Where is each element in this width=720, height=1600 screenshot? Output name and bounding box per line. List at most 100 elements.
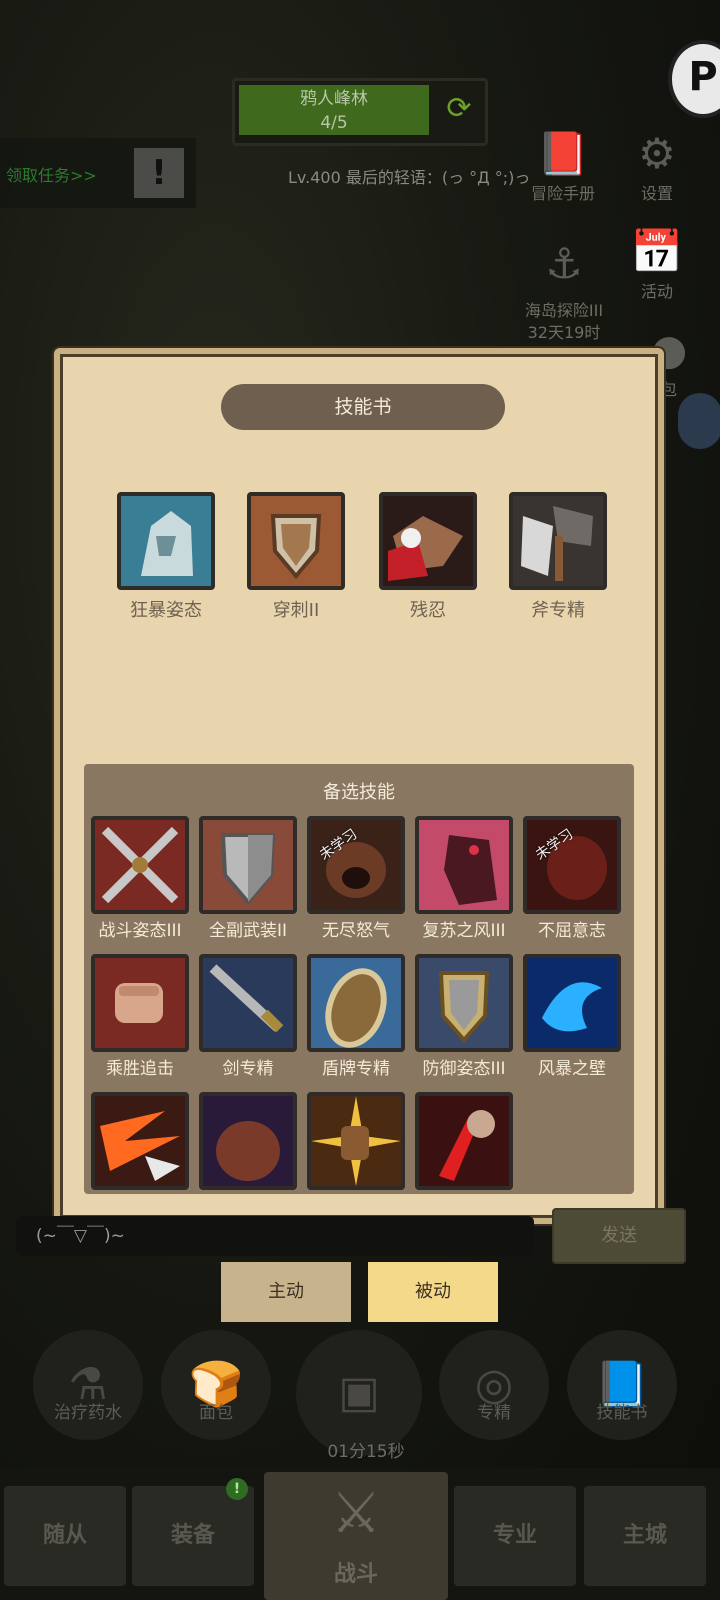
quick-label: 治疗药水: [54, 1403, 122, 1423]
candidate-skills-area: 备选技能 战斗姿态III 全副武装II 未学习 无尽怒气 复苏之风III 未学习…: [84, 764, 634, 1194]
quest-label[interactable]: 领取任务>>: [6, 162, 97, 186]
quick-label: 面包: [199, 1403, 233, 1423]
quest-alert-button[interactable]: !: [134, 148, 184, 198]
charge-blade-icon: [91, 1092, 189, 1190]
burst-fist-icon: [307, 1092, 405, 1190]
candidate-skill-slot[interactable]: 战斗姿态III: [90, 816, 190, 941]
potion-button[interactable]: ⚗ 治疗药水: [28, 1330, 148, 1440]
pierce-shield-icon: [247, 492, 345, 590]
round-shield-icon: [307, 954, 405, 1052]
blood-strike-icon: [415, 1092, 513, 1190]
quick-label: 技能书: [596, 1403, 648, 1423]
skill-name: 无尽怒气: [322, 921, 390, 941]
player-status-line: Lv.400 最后的轻语：(っ °Д °;)っ: [288, 168, 531, 187]
chat-input[interactable]: (~￣▽￣)~: [16, 1216, 534, 1256]
quick-label: 专精: [477, 1403, 511, 1423]
quest-bar[interactable]: 领取任务>> !: [0, 138, 196, 208]
skill-name: 斧专精: [531, 600, 585, 621]
skill-name: 战斗姿态III: [98, 921, 182, 941]
skill-name: 乘胜追击: [106, 1059, 174, 1079]
notification-badge: !: [226, 1478, 248, 1500]
skill-name: 穿刺II: [272, 600, 320, 621]
side-label: 冒险手册: [530, 184, 595, 203]
equipped-skill-slot[interactable]: 狂暴姿态: [116, 492, 216, 622]
book-icon: 📕: [536, 129, 590, 178]
unyielding-will-icon: 未学习: [523, 816, 621, 914]
revive-wind-icon: [415, 816, 513, 914]
axe-mastery-icon: [509, 492, 607, 590]
skill-name: 盾牌专精: [322, 1059, 390, 1079]
bread-icon: 🍞: [161, 1330, 271, 1440]
skillbook-button[interactable]: 📘 技能书: [562, 1330, 682, 1440]
candidates-title: 备选技能: [323, 782, 395, 803]
candidate-skill-slot[interactable]: [306, 1092, 406, 1190]
skill-book-panel: 技能书 狂暴姿态 穿刺II 残忍 斧专精 备选技能 战斗姿态III 全副武装II…: [54, 348, 664, 1224]
chest-timer: 01分15秒: [327, 1442, 405, 1462]
activity-button[interactable]: 📅 活动: [618, 226, 696, 302]
skill-name: 全副武装II: [208, 921, 288, 941]
send-button[interactable]: 发送: [552, 1208, 686, 1264]
skill-name: 复苏之风III: [422, 921, 506, 941]
skillbook-icon: 📘: [567, 1330, 677, 1440]
anchor-icon: ⚓: [545, 239, 583, 288]
candidate-skill-slot[interactable]: [198, 1092, 298, 1190]
nav-profession[interactable]: 专业: [454, 1486, 576, 1586]
skill-name: 防御姿态III: [422, 1059, 506, 1079]
brute-icon: [199, 1092, 297, 1190]
nav-battle[interactable]: ⚔ 战斗: [264, 1472, 448, 1600]
chat-bubble-icon[interactable]: [678, 393, 720, 449]
side-label: 活动: [640, 282, 673, 301]
skill-name: 剑专精: [222, 1059, 274, 1079]
shield-icon: [199, 816, 297, 914]
candidate-skill-slot[interactable]: 防御姿态III: [414, 954, 514, 1079]
nav-battle-label: 战斗: [333, 1562, 378, 1587]
side-label: 海岛探险III 32天19时: [524, 301, 604, 342]
potion-icon: ⚗: [33, 1330, 143, 1440]
candidate-skill-slot[interactable]: 未学习 无尽怒气: [306, 816, 406, 941]
gear-icon: ⚙: [638, 129, 676, 178]
bread-button[interactable]: 🍞 面包: [156, 1330, 276, 1440]
crossed-swords-icon: [91, 816, 189, 914]
candidate-skill-slot[interactable]: 乘胜追击: [90, 954, 190, 1079]
candidate-skill-slot[interactable]: [414, 1092, 514, 1190]
crossed-swords-icon: ⚔: [330, 1481, 382, 1546]
cruelty-icon: [379, 492, 477, 590]
skill-name: 风暴之壁: [538, 1059, 606, 1079]
nav-equipment[interactable]: 装备: [132, 1486, 254, 1586]
equipped-skills: 狂暴姿态 穿刺II 残忍 斧专精: [116, 492, 626, 622]
bottom-nav: 随从 装备 ⚔ 战斗 专业 主城: [0, 1468, 720, 1600]
panel-title: 技能书: [221, 384, 505, 430]
nav-city[interactable]: 主城: [584, 1486, 706, 1586]
equipped-skill-slot[interactable]: 残忍: [378, 492, 478, 622]
candidate-skill-slot[interactable]: 风暴之壁: [522, 954, 622, 1079]
storm-wall-icon: [523, 954, 621, 1052]
spec-button[interactable]: ◎ 专精: [434, 1330, 554, 1440]
candidate-skill-slot[interactable]: 全副武装II: [198, 816, 298, 941]
side-label: 设置: [640, 184, 673, 203]
candidate-skill-slot[interactable]: 复苏之风III: [414, 816, 514, 941]
zone-selector[interactable]: 鸦人峰林 4/5 ⟳: [232, 78, 488, 146]
candidate-skill-slot[interactable]: 盾牌专精: [306, 954, 406, 1079]
equipped-skill-slot[interactable]: 斧专精: [508, 492, 608, 622]
tab-passive-skills[interactable]: 被动: [368, 1262, 498, 1322]
fist-icon: [91, 954, 189, 1052]
settings-button[interactable]: ⚙ 设置: [618, 128, 696, 204]
zone-progress: 4/5: [320, 113, 348, 133]
tab-active-skills[interactable]: 主动: [221, 1262, 351, 1322]
island-adventure-button[interactable]: ⚓ 海岛探险III 32天19时: [514, 222, 614, 363]
equipped-skill-slot[interactable]: 穿刺II: [246, 492, 346, 622]
skill-name: 不屈意志: [538, 921, 606, 941]
spec-icon: ◎: [439, 1330, 549, 1440]
adventure-manual-button[interactable]: 📕 冒险手册: [524, 128, 602, 204]
zone-name: 鸦人峰林: [300, 89, 368, 109]
calendar-icon: 📅: [630, 227, 684, 276]
nav-followers[interactable]: 随从: [4, 1486, 126, 1586]
roaring-beast-icon: 未学习: [307, 816, 405, 914]
candidate-skill-slot[interactable]: [90, 1092, 190, 1190]
sword-icon: [199, 954, 297, 1052]
defense-shield-icon: [415, 954, 513, 1052]
candidate-skill-slot[interactable]: 剑专精: [198, 954, 298, 1079]
skill-name: 残忍: [410, 600, 446, 621]
refresh-icon[interactable]: ⟳: [439, 89, 479, 129]
candidate-skill-slot[interactable]: 未学习 不屈意志: [522, 816, 622, 941]
